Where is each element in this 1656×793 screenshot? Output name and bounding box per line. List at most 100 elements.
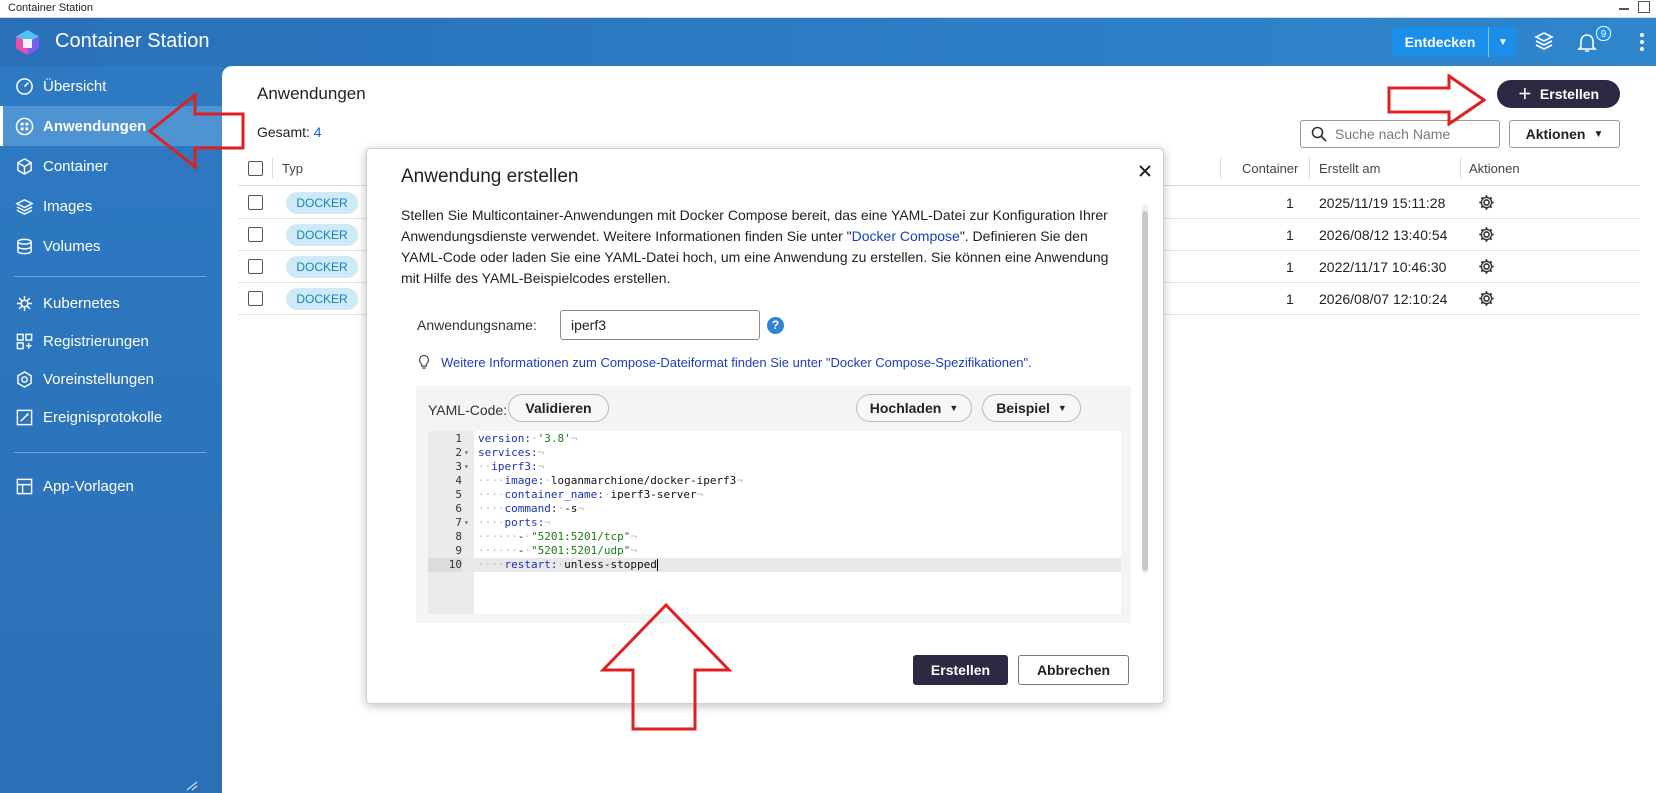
- type-badge: DOCKER: [286, 288, 358, 310]
- column-divider: [1309, 157, 1310, 179]
- sidebar-item-kubernetes[interactable]: Kubernetes: [0, 283, 222, 323]
- application-name-input[interactable]: [560, 310, 760, 340]
- annotation-arrow-right: [1387, 74, 1486, 126]
- notification-badge: 9: [1596, 26, 1611, 41]
- create-label: Erstellen: [1539, 86, 1600, 102]
- example-dropdown[interactable]: Beispiel ▼: [982, 394, 1081, 422]
- discover-button[interactable]: Entdecken ▼: [1392, 27, 1517, 57]
- code-line: 7 ▾ ····ports:¬: [455, 516, 551, 530]
- cancel-button[interactable]: Abbrechen: [1018, 655, 1129, 685]
- container-count: 1: [1286, 227, 1294, 243]
- resize-grip-icon[interactable]: [185, 781, 199, 791]
- upload-dropdown[interactable]: Hochladen ▼: [856, 394, 972, 422]
- caret-down-icon: ▼: [1593, 128, 1604, 140]
- container-count: 1: [1286, 195, 1294, 211]
- created-date: 2025/11/19 15:11:28: [1319, 195, 1446, 211]
- row-checkbox[interactable]: [248, 291, 263, 306]
- annotation-arrow-up: [600, 602, 732, 731]
- fold-icon[interactable]: ▾: [464, 516, 469, 530]
- yaml-code-label: YAML-Code:: [428, 402, 508, 418]
- sidebar-item-registries[interactable]: Registrierungen: [0, 321, 222, 361]
- validate-button[interactable]: Validieren: [508, 394, 609, 422]
- sidebar-item-event-logs[interactable]: Ereignisprotokolle: [0, 397, 222, 437]
- sidebar-item-label: Übersicht: [43, 77, 107, 95]
- caret-down-icon[interactable]: ▼: [1489, 37, 1517, 48]
- application-name-label: Anwendungsname:: [417, 317, 537, 333]
- fold-icon[interactable]: ▾: [464, 446, 469, 460]
- code-line: 8 ······-·"5201:5201/tcp"¬: [455, 530, 637, 543]
- column-created[interactable]: Erstellt am: [1319, 161, 1380, 176]
- minimize-icon[interactable]: [1618, 1, 1630, 13]
- dialog-scrollbar-thumb[interactable]: [1142, 211, 1148, 571]
- actions-dropdown[interactable]: Aktionen ▼: [1509, 120, 1620, 148]
- gear-icon[interactable]: [1478, 226, 1495, 243]
- sidebar-item-label: Ereignisprotokolle: [43, 408, 163, 426]
- sidebar-item-preferences[interactable]: Voreinstellungen: [0, 359, 222, 399]
- apps-icon: [14, 116, 34, 136]
- sidebar-item-label: Registrierungen: [43, 332, 149, 350]
- column-divider: [1220, 157, 1221, 179]
- select-all-checkbox[interactable]: [248, 161, 263, 176]
- create-application-dialog: Anwendung erstellen Stellen Sie Multicon…: [366, 148, 1164, 704]
- column-container[interactable]: Container: [1242, 161, 1298, 176]
- submit-create-button[interactable]: Erstellen: [913, 655, 1008, 685]
- sidebar-divider: [14, 276, 206, 277]
- sidebar-item-label: Container: [43, 157, 109, 175]
- type-badge: DOCKER: [286, 224, 358, 246]
- text-cursor: [656, 559, 658, 571]
- example-label: Beispiel: [996, 400, 1050, 416]
- code-line: 4 ····image:·loganmarchione/docker-iperf3…: [455, 474, 743, 487]
- sidebar-item-label: App-Vorlagen: [43, 477, 134, 495]
- sidebar-item-app-templates[interactable]: App-Vorlagen: [0, 466, 222, 506]
- fold-icon[interactable]: ▾: [464, 460, 469, 474]
- row-checkbox[interactable]: [248, 195, 263, 210]
- search-input[interactable]: [1335, 126, 1485, 142]
- search-icon: [1311, 126, 1327, 142]
- created-date: 2026/08/07 12:10:24: [1319, 291, 1448, 307]
- more-vertical-icon[interactable]: [1630, 30, 1654, 54]
- log-icon: [14, 407, 34, 427]
- container-count: 1: [1286, 291, 1294, 307]
- column-actions: Aktionen: [1469, 161, 1520, 176]
- sidebar-item-label: Images: [43, 197, 93, 215]
- compose-spec-link[interactable]: Docker Compose-Spezifikationen: [831, 355, 1024, 370]
- created-date: 2026/08/12 13:40:54: [1319, 227, 1448, 243]
- yaml-editor[interactable]: 1 version:·'3.8'¬ 2 ▾ services:¬ 3 ▾ ··iperf3…: [428, 431, 1121, 614]
- hint-text: ".: [1023, 354, 1032, 370]
- type-badge: DOCKER: [286, 256, 358, 278]
- create-button[interactable]: ＋ Erstellen: [1497, 80, 1620, 108]
- annotation-arrow-left: [148, 92, 245, 170]
- code-line: 9 ······-·"5201:5201/udp"¬: [455, 544, 637, 557]
- window-titlebar: Container Station: [0, 0, 1656, 18]
- sidebar-item-volumes[interactable]: Volumes: [0, 226, 222, 266]
- created-date: 2022/11/17 10:46:30: [1319, 259, 1447, 275]
- sidebar-item-label: Anwendungen: [43, 117, 147, 135]
- help-icon[interactable]: ?: [767, 317, 784, 334]
- row-checkbox[interactable]: [248, 259, 263, 274]
- gear-icon[interactable]: [1478, 290, 1495, 307]
- docker-compose-link[interactable]: Docker Compose: [852, 228, 960, 244]
- sidebar-item-label: Volumes: [43, 237, 101, 255]
- sidebar-item-images[interactable]: Images: [0, 186, 222, 226]
- maximize-icon[interactable]: [1638, 1, 1650, 13]
- stack-icon[interactable]: [1532, 30, 1556, 54]
- validate-label: Validieren: [525, 400, 592, 416]
- row-checkbox[interactable]: [248, 227, 263, 242]
- column-divider: [1460, 157, 1461, 179]
- page-title: Anwendungen: [257, 84, 366, 103]
- code-line-active: 10 ····restart:·unless-stopped: [428, 558, 1121, 572]
- app-title: Container Station: [55, 30, 210, 52]
- total-label: Gesamt:: [257, 124, 310, 140]
- gear-icon[interactable]: [1478, 258, 1495, 275]
- dialog-description: Stellen Sie Multicontainer-Anwendungen m…: [401, 205, 1129, 289]
- close-icon[interactable]: [1137, 163, 1153, 179]
- sidebar-item-label: Kubernetes: [43, 294, 120, 312]
- column-type[interactable]: Typ: [282, 161, 303, 176]
- code-line: 1 version:·'3.8'¬: [455, 432, 578, 445]
- discover-label: Entdecken: [1392, 27, 1489, 57]
- gear-icon[interactable]: [1478, 194, 1495, 211]
- sidebar-divider: [14, 452, 206, 453]
- code-line: 3 ▾ ··iperf3:¬: [455, 460, 545, 474]
- dashboard-icon: [14, 76, 34, 96]
- actions-label: Aktionen: [1525, 126, 1586, 142]
